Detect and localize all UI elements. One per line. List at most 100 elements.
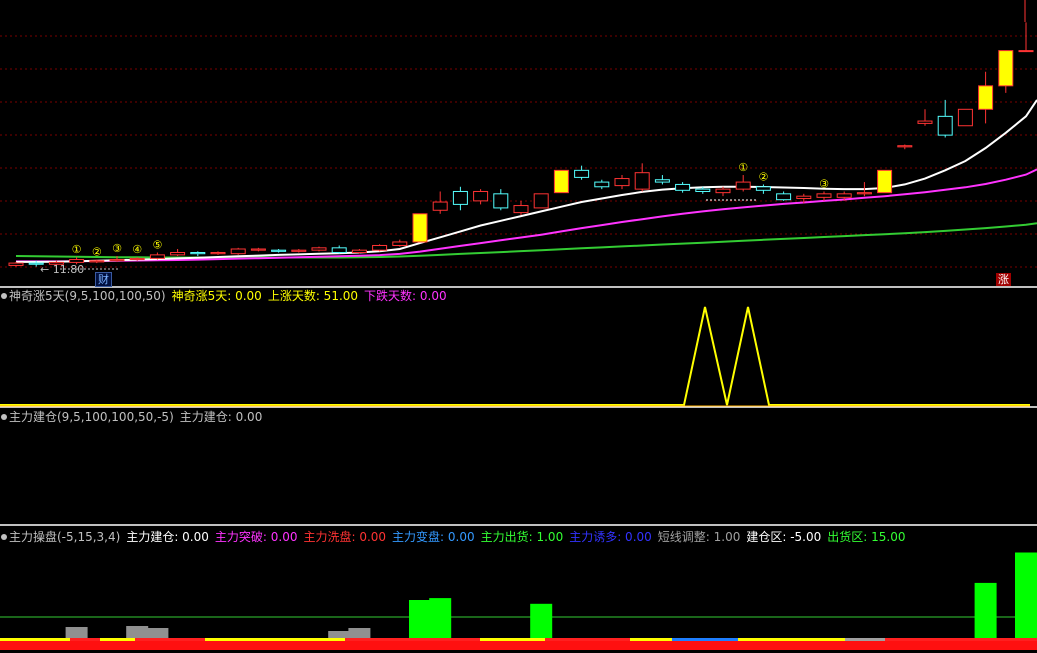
circled-number-6: ② (758, 170, 768, 183)
candle-body-up (897, 145, 913, 148)
candle-body-up (917, 120, 933, 124)
candle-body-up (129, 257, 145, 261)
candle-body-up (109, 259, 125, 262)
candle-body-up (230, 248, 246, 255)
candle-body-up (816, 193, 832, 198)
circled-number-0: ① (72, 243, 82, 256)
indicator2-header: 主力建仓(9,5,100,100,50,-5) 主力建仓: 0.00 (0, 409, 274, 425)
indicator2-name[interactable]: 主力建仓(9,5,100,100,50,-5) (9, 410, 174, 424)
candle-body-limit-up (553, 169, 569, 194)
indicator3-value-2: 主力洗盘: 0.00 (303, 530, 387, 544)
candle-body-limit-up (978, 85, 994, 110)
indicator1-dot-icon[interactable] (1, 293, 7, 299)
candle-body-limit-up (998, 50, 1014, 87)
candle-body-down (452, 190, 468, 205)
circled-number-7: ③ (819, 177, 829, 190)
candle-body-up (432, 201, 448, 211)
candle-body-up (513, 205, 529, 214)
indicator3-value-5: 主力诱多: 0.00 (569, 530, 652, 544)
candle-body-up (351, 249, 367, 254)
indicator2-value-0: 主力建仓: 0.00 (179, 410, 263, 424)
chart-stage[interactable]: ①②③④⑤①②③ ← 11.80 财 涨 神奇涨5天(9,5,100,100,5… (0, 0, 1037, 650)
indicator3-grey-bar (146, 628, 169, 638)
candle-body-up (634, 172, 650, 190)
chart-svg[interactable]: ① ② ③ ④ ⑤①②③ (0, 0, 1037, 650)
indicator1-value-2: 下跌天数: 0.00 (364, 289, 447, 303)
low-price-marker: ← 11.80 (40, 263, 85, 276)
candle-body-up (250, 248, 266, 251)
candle-body-down (594, 181, 610, 188)
indicator3-green-bar (409, 600, 431, 638)
candle-body-up (89, 260, 105, 263)
indicator3-header: 主力操盘(-5,15,3,4) 主力建仓: 0.00 主力突破: 0.00 主力洗盘:… (0, 529, 918, 545)
candle-body-up (69, 259, 85, 263)
candle-body-down (654, 179, 670, 183)
candle-body-up (311, 247, 327, 251)
candle-body-down (675, 183, 691, 191)
indicator3-dot-icon[interactable] (1, 534, 7, 540)
candle-body-up (473, 190, 489, 202)
candle-body-down (271, 249, 287, 252)
indicator3-grey-bar (348, 628, 371, 638)
indicator3-value-3: 主力变盘: 0.00 (392, 530, 475, 544)
low-price-value: 11.80 (52, 263, 85, 276)
candle-body-up (796, 195, 812, 200)
candle-body-up (392, 241, 408, 246)
indicator3-grey-bar (328, 631, 351, 638)
indicator1-header: 神奇涨5天(9,5,100,100,50) 神奇涨5天: 0.00 上涨天数: 51… (0, 288, 459, 304)
candle-body-down (190, 252, 206, 255)
candle-body-up (856, 192, 872, 195)
indicator3-name[interactable]: 主力操盘(-5,15,3,4) (9, 530, 120, 544)
indicator3-value-8: 出货区: 15.00 (827, 530, 906, 544)
candle-body-limit-up (412, 213, 428, 243)
candle-body-down (776, 193, 792, 201)
candle-body-up (836, 193, 852, 198)
indicator3-green-bar (1015, 552, 1037, 638)
circled-number-3: ④ (132, 243, 142, 256)
candle-body-up (291, 249, 307, 252)
candle-body-limit-up (877, 169, 893, 194)
circled-number-5: ① (738, 161, 748, 174)
candle-body-up (149, 254, 165, 259)
candle-body-down (937, 115, 953, 136)
candle-body-up (715, 188, 731, 194)
indicator3-value-6: 短线调整: 1.00 (657, 530, 741, 544)
indicator2-values: 主力建仓: 0.00 (180, 410, 269, 424)
candle-body-down (755, 186, 771, 191)
indicator1-name[interactable]: 神奇涨5天(9,5,100,100,50) (9, 289, 166, 303)
indicator3-red-base (0, 641, 1037, 650)
indicator3-green-bar (530, 603, 553, 638)
candle-body-up (735, 181, 751, 190)
candle-body-up (614, 178, 630, 187)
candle-body-down (695, 188, 711, 192)
candle-body-up (372, 244, 388, 251)
indicator2-dot-icon[interactable] (1, 414, 7, 420)
zhang-badge[interactable]: 涨 (996, 273, 1011, 286)
indicator3-green-bar (974, 582, 997, 638)
indicator3-value-7: 建仓区: -5.00 (746, 530, 822, 544)
indicator3-value-0: 主力建仓: 0.00 (126, 530, 209, 544)
candle-body-down (493, 193, 509, 209)
indicator3-green-bar (429, 598, 452, 638)
candle-body-up (8, 262, 24, 266)
candle-body-up (1018, 50, 1034, 53)
cai-badge[interactable]: 财 (95, 272, 112, 287)
indicator3-value-1: 主力突破: 0.00 (214, 530, 298, 544)
circled-number-2: ③ (112, 242, 122, 255)
candle-body-up (957, 108, 973, 127)
candle-body-up (533, 193, 549, 209)
indicator3-grey-bar (65, 627, 88, 638)
indicator3-value-4: 主力出货: 1.00 (480, 530, 564, 544)
indicator1-values: 神奇涨5天: 0.00 上涨天数: 51.00 下跌天数: 0.00 (172, 289, 453, 303)
indicator3-values: 主力建仓: 0.00 主力突破: 0.00 主力洗盘: 0.00 主力变盘: 0.00… (126, 530, 911, 544)
ma-long-line (15, 222, 1037, 259)
indicator1-value-1: 上涨天数: 51.00 (267, 289, 359, 303)
candle-body-down (574, 169, 590, 178)
candle-body-down (331, 247, 347, 254)
candle-body-up (170, 252, 186, 256)
candle-body-up (210, 252, 226, 255)
indicator1-value-0: 神奇涨5天: 0.00 (171, 289, 262, 303)
indicator3-grey-bar (126, 626, 149, 638)
circled-number-4: ⑤ (152, 239, 162, 252)
indicator1-line (0, 306, 1030, 406)
